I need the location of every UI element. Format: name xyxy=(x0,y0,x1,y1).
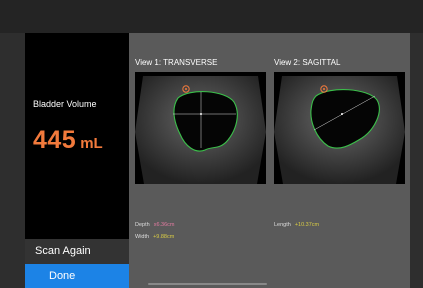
right-frame xyxy=(410,33,423,288)
width-value: +9.88cm xyxy=(153,234,175,240)
done-button[interactable]: Done xyxy=(25,264,129,288)
left-frame xyxy=(0,33,25,288)
home-indicator[interactable] xyxy=(148,283,267,285)
view-2-title: View 2: SAGITTAL xyxy=(274,58,341,67)
bladder-volume-value: 445 xyxy=(33,126,77,154)
length-value: +10.37cm xyxy=(294,222,320,228)
view-2-ultrasound-image xyxy=(274,72,405,184)
sidebar: Bladder Volume 445 mL Scan Again Done xyxy=(25,33,129,288)
bladder-volume-label: Bladder Volume xyxy=(33,99,97,109)
view-1-title: View 1: TRANSVERSE xyxy=(135,58,218,67)
view-1-ultrasound-image xyxy=(135,72,266,184)
length-label: Length xyxy=(274,222,291,228)
width-measurement: Width +9.88cm xyxy=(135,234,174,240)
scan-again-button[interactable]: Scan Again xyxy=(25,239,129,264)
bladder-volume-readout: 445 mL xyxy=(33,126,103,155)
length-measurement: Length +10.37cm xyxy=(274,222,319,228)
depth-label: Depth xyxy=(135,222,150,228)
width-label: Width xyxy=(135,234,150,240)
top-bar xyxy=(0,0,423,33)
depth-value: x6.36cm xyxy=(153,222,175,228)
bladder-volume-unit: mL xyxy=(80,135,103,152)
depth-measurement: Depth x6.36cm xyxy=(135,222,174,228)
